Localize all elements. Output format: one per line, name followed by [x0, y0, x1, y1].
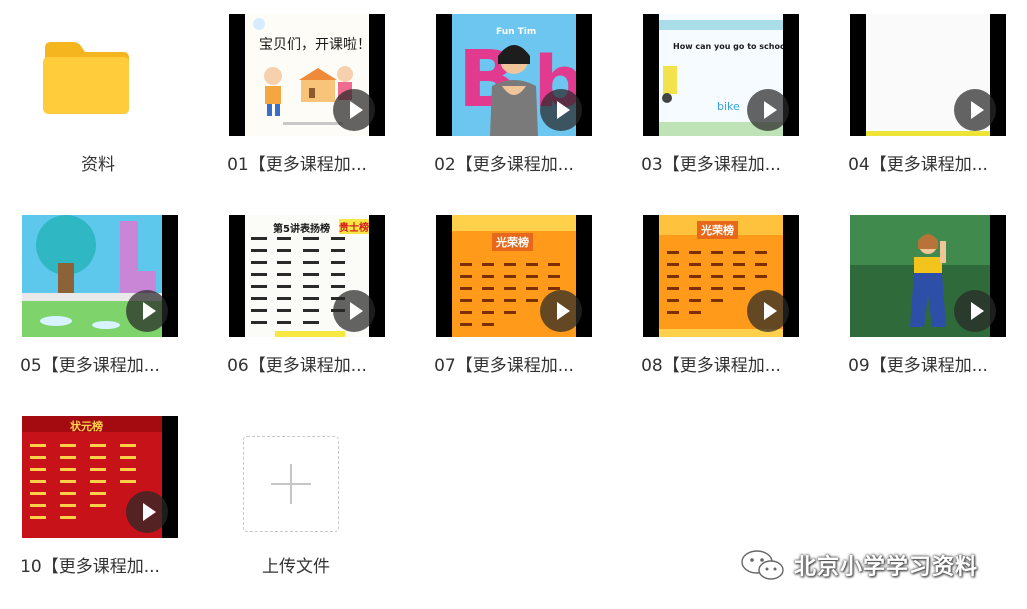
watermark-text: 北京小学学习资料	[794, 555, 979, 580]
upload-button[interactable]	[243, 436, 339, 532]
video-label: 10【更多课程加...	[20, 557, 160, 577]
video-label: 08【更多课程加...	[641, 356, 781, 376]
folder-item[interactable]: 资料	[8, 14, 188, 204]
play-icon	[333, 89, 375, 131]
video-thumbnail	[850, 14, 1006, 136]
upload-item[interactable]: 上传文件	[206, 416, 386, 606]
thumb-word: bike	[717, 100, 740, 113]
video-label: 06【更多课程加...	[227, 356, 367, 376]
video-thumbnail	[850, 215, 1006, 337]
video-label: 09【更多课程加...	[848, 356, 988, 376]
video-label: 07【更多课程加...	[434, 356, 574, 376]
play-icon	[333, 290, 375, 332]
video-item-01[interactable]: 宝贝们，开课啦！ 01【更多课程加...	[207, 14, 387, 204]
folder-label: 资料	[81, 155, 115, 175]
play-icon	[540, 89, 582, 131]
video-item-05[interactable]: 05【更多课程加...	[0, 215, 180, 405]
video-thumbnail: 第5讲表扬榜 贵士榜	[229, 215, 385, 337]
video-item-08[interactable]: 光荣榜 08【更多课程加...	[621, 215, 801, 405]
video-thumbnail: 光荣榜	[643, 215, 799, 337]
video-label: 04【更多课程加...	[848, 155, 988, 175]
video-thumbnail: How can you go to school? bike	[643, 14, 799, 136]
folder-icon	[43, 42, 129, 114]
play-icon	[954, 89, 996, 131]
video-item-09[interactable]: 09【更多课程加...	[828, 215, 1008, 405]
video-item-02[interactable]: B b Fun Tim 02【更多课程加...	[414, 14, 594, 204]
video-item-07[interactable]: 光荣榜 07【更多课程加...	[414, 215, 594, 405]
video-item-10[interactable]: 状元榜 10【更多课程加...	[0, 416, 180, 606]
video-label: 01【更多课程加...	[227, 155, 367, 175]
video-thumbnail: 光荣榜	[436, 215, 592, 337]
video-item-04[interactable]: 04【更多课程加...	[828, 14, 1008, 204]
video-item-03[interactable]: How can you go to school? bike 03【更多课程加.…	[621, 14, 801, 204]
watermark: 北京小学学习资料	[740, 548, 978, 582]
play-icon	[540, 290, 582, 332]
video-label: 05【更多课程加...	[20, 356, 160, 376]
video-label: 02【更多课程加...	[434, 155, 574, 175]
play-icon	[954, 290, 996, 332]
wechat-icon	[741, 550, 784, 580]
video-thumbnail: 宝贝们，开课啦！	[229, 14, 385, 136]
video-label: 03【更多课程加...	[641, 155, 781, 175]
play-icon	[126, 491, 168, 533]
thumb-caption: Fun Tim	[496, 27, 537, 37]
play-icon	[747, 89, 789, 131]
play-icon	[126, 290, 168, 332]
play-icon	[747, 290, 789, 332]
video-item-06[interactable]: 第5讲表扬榜 贵士榜 06【更多课程加...	[207, 215, 387, 405]
upload-label: 上传文件	[262, 557, 330, 577]
video-thumbnail	[22, 215, 178, 337]
video-thumbnail: B b Fun Tim	[436, 14, 592, 136]
video-thumbnail: 状元榜	[22, 416, 178, 538]
